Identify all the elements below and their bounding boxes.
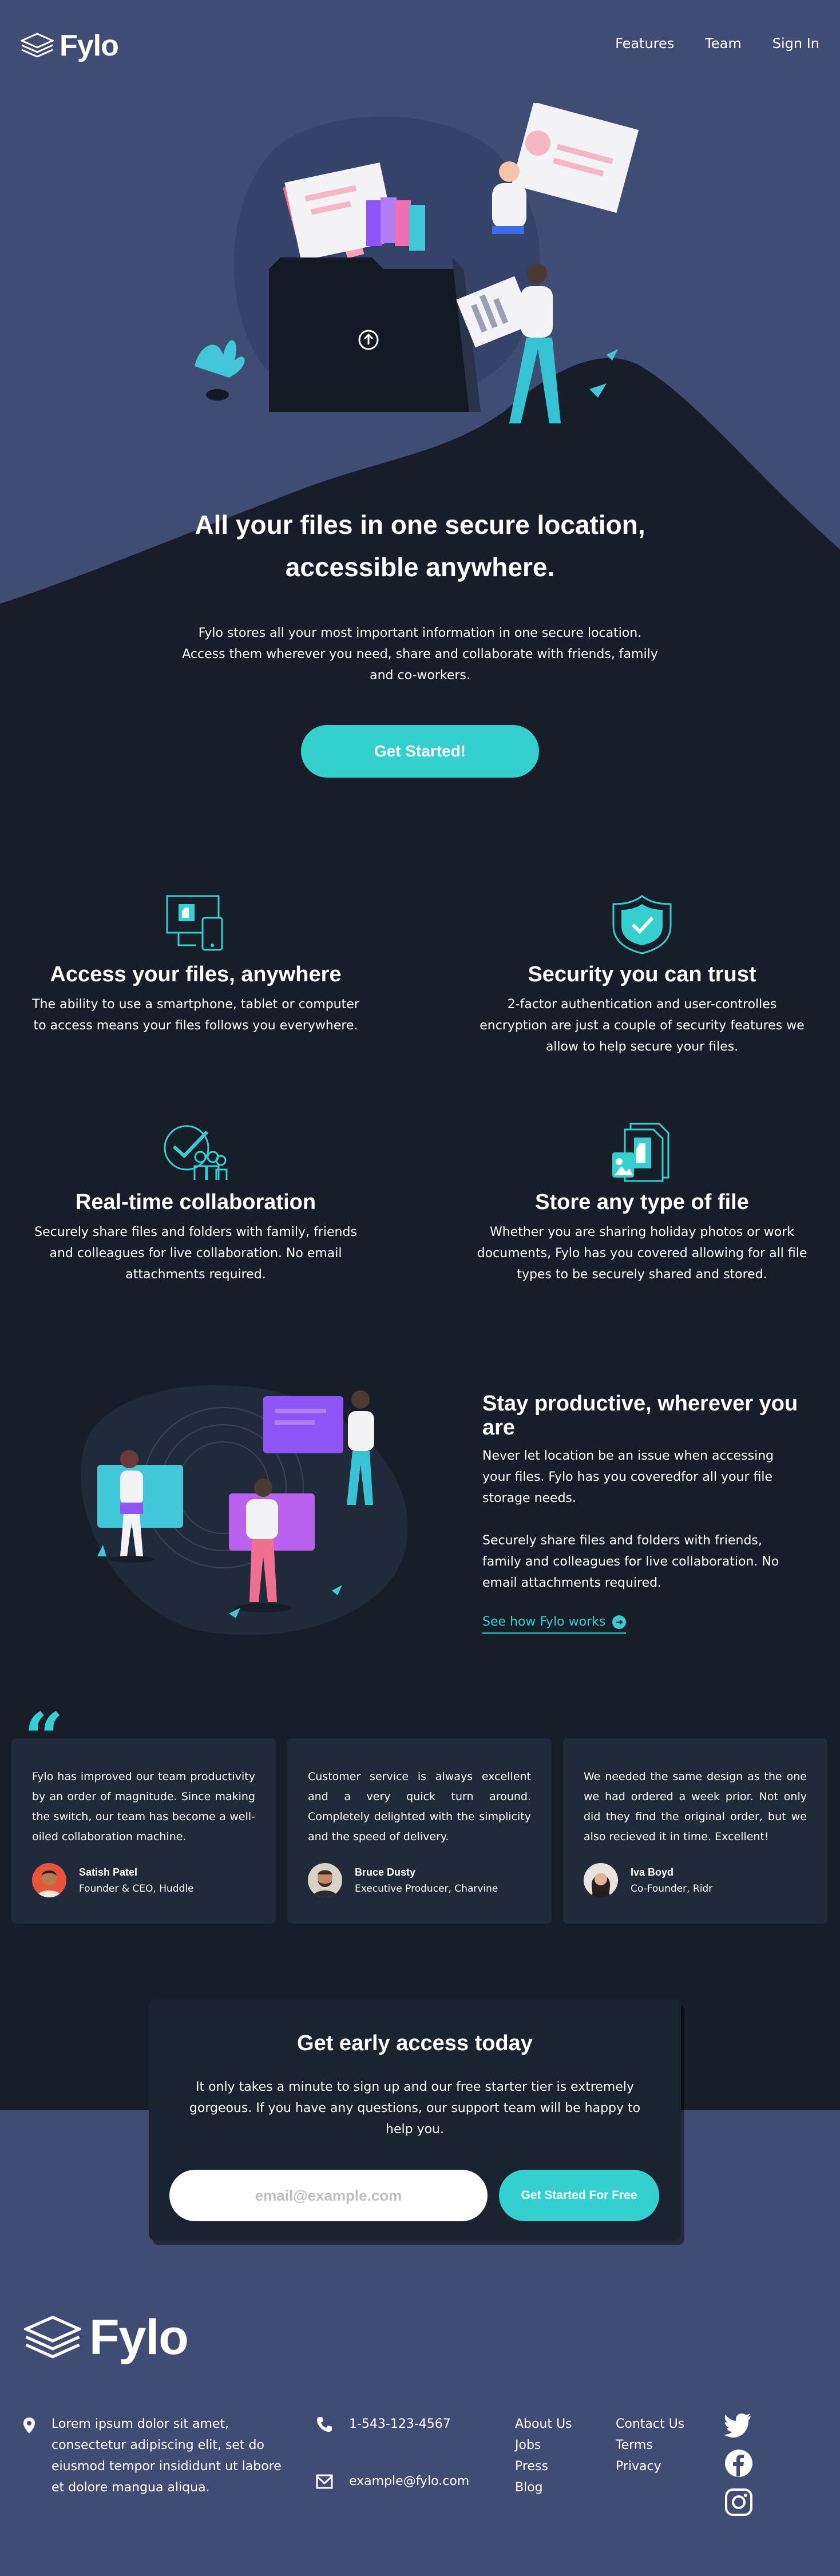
feature-collaboration: Real-time collaboration Securely share f…: [30, 1120, 362, 1285]
testimonial-name: Satish Patel: [79, 1866, 138, 1878]
security-shield-icon: [612, 895, 672, 954]
footer-link-privacy[interactable]: Privacy: [616, 2456, 684, 2477]
signup-title: Get early access today: [297, 2031, 533, 2055]
footer-logo[interactable]: Fylo: [24, 2309, 189, 2366]
testimonial-role: Executive Producer, Charvine: [355, 1883, 498, 1895]
hero-illustration: [195, 103, 639, 423]
footer-link-press[interactable]: Press: [515, 2456, 572, 2477]
nav-features[interactable]: Features: [615, 35, 674, 51]
footer-link-contact-us[interactable]: Contact Us: [616, 2413, 684, 2435]
avatar: [32, 1863, 66, 1897]
footer-links-col-2: Contact Us Terms Privacy: [616, 2413, 684, 2477]
signup-text: It only takes a minute to sign up and ou…: [189, 2080, 641, 2137]
logo-text: Fylo: [89, 2310, 189, 2365]
testimonial-author: Satish Patel Founder & CEO, Huddle: [32, 1863, 194, 1897]
early-access-card: Get early access today It only takes a m…: [149, 1999, 681, 2241]
feature-file-types: Store any type of file Whether you are s…: [476, 1120, 808, 1285]
hero-title: All your files in one secure location, a…: [195, 510, 645, 582]
feature-security: Security you can trust 2-factor authenti…: [476, 893, 808, 1057]
location-pin-icon: [23, 2418, 35, 2434]
address-text: Lorem ipsum dolor sit amet, consectetur …: [51, 2417, 282, 2495]
testimonial-card: We needed the same design as the one we …: [563, 1738, 827, 1924]
fylo-logo-icon: [21, 33, 54, 58]
productive-title: Stay productive, wherever you are: [482, 1392, 798, 1440]
testimonial-role: Co-Founder, Ridr: [631, 1883, 713, 1895]
twitter-icon[interactable]: [724, 2410, 753, 2439]
fylo-logo-icon: [24, 2315, 81, 2359]
feature-text: Securely share files and folders with fa…: [34, 1225, 357, 1282]
testimonial-author: Iva Boyd Co-Founder, Ridr: [584, 1863, 712, 1897]
testimonial-card: Customer service is always excellent and…: [287, 1738, 552, 1924]
phone-text[interactable]: 1-543-123-4567: [349, 2413, 451, 2435]
email-input[interactable]: [169, 2170, 488, 2221]
social-links: [724, 2410, 753, 2516]
footer-link-terms[interactable]: Terms: [616, 2435, 684, 2456]
avatar: [308, 1863, 342, 1897]
feature-text: The ability to use a smartphone, tablet …: [32, 997, 359, 1033]
footer-phone: 1-543-123-4567: [316, 2413, 451, 2435]
feature-title: Security you can trust: [528, 962, 756, 986]
footer-links-col-1: About Us Jobs Press Blog: [515, 2413, 572, 2498]
nav-team[interactable]: Team: [705, 35, 741, 51]
feature-access: Access your files, anywhere The ability …: [30, 893, 362, 1036]
main-nav: Features Team Sign In: [615, 35, 819, 51]
feature-title: Real-time collaboration: [75, 1190, 316, 1214]
footer-address: Lorem ipsum dolor sit amet, consectetur …: [23, 2413, 292, 2498]
email-icon: [316, 2474, 333, 2489]
email-text[interactable]: example@fylo.com: [349, 2471, 469, 2492]
testimonial-text: We needed the same design as the one we …: [584, 1770, 807, 1843]
collaboration-icon: [164, 1125, 228, 1180]
see-how-fylo-works-link[interactable]: See how Fylo works ➜: [482, 1615, 627, 1634]
productive-paragraph-2: Securely share files and folders with fr…: [482, 1533, 779, 1590]
get-started-free-button[interactable]: Get Started For Free: [499, 2170, 659, 2221]
feature-text: 2-factor authentication and user-control…: [480, 997, 805, 1054]
footer-link-blog[interactable]: Blog: [515, 2477, 572, 2498]
feature-text: Whether you are sharing holiday photos o…: [477, 1225, 807, 1282]
feature-title: Access your files, anywhere: [50, 962, 342, 986]
feature-title: Store any type of file: [535, 1190, 749, 1214]
footer-email: example@fylo.com: [316, 2471, 469, 2492]
productive-paragraph-1: Never let location be an issue when acce…: [482, 1449, 774, 1505]
testimonial-text: Fylo has improved our team productivity …: [32, 1770, 255, 1843]
testimonial-author: Bruce Dusty Executive Producer, Charvine: [308, 1863, 498, 1897]
instagram-icon[interactable]: [724, 2488, 753, 2516]
testimonial-card: Fylo has improved our team productivity …: [11, 1738, 276, 1924]
testimonial-name: Bruce Dusty: [355, 1866, 416, 1878]
productive-section: Stay productive, wherever you are Never …: [482, 1392, 803, 1634]
hero-text: Fylo stores all your most important info…: [182, 626, 658, 683]
testimonial-name: Iva Boyd: [631, 1866, 674, 1878]
nav-sign-in[interactable]: Sign In: [772, 35, 819, 51]
get-started-button[interactable]: Get Started!: [301, 725, 539, 778]
logo-text: Fylo: [60, 29, 119, 62]
link-label: See how Fylo works: [482, 1615, 606, 1629]
footer-link-jobs[interactable]: Jobs: [515, 2435, 572, 2456]
facebook-icon[interactable]: [724, 2449, 753, 2478]
header-logo[interactable]: Fylo: [21, 29, 119, 63]
file-types-icon: [612, 1123, 669, 1182]
footer-link-about-us[interactable]: About Us: [515, 2413, 572, 2435]
phone-icon: [317, 2417, 332, 2432]
productive-illustration: [81, 1385, 408, 1635]
devices-icon: [166, 895, 223, 951]
arrow-right-icon: ➜: [612, 1615, 627, 1629]
avatar: [584, 1863, 618, 1897]
testimonial-text: Customer service is always excellent and…: [308, 1770, 531, 1843]
testimonial-role: Founder & CEO, Huddle: [79, 1883, 194, 1895]
